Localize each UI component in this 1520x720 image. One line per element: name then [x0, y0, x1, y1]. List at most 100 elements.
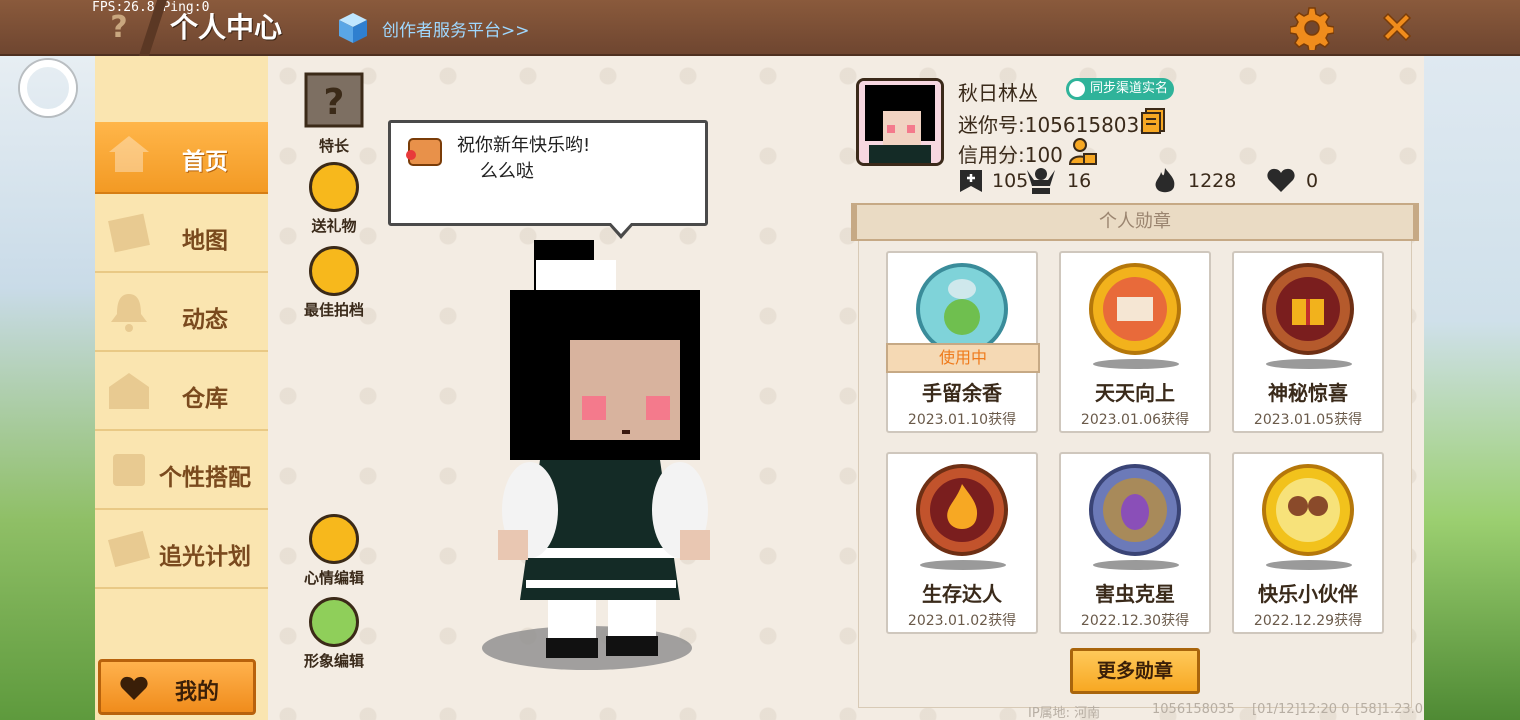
verified-user-icon	[1069, 81, 1085, 97]
image-edit-label: 形象编辑	[303, 652, 364, 670]
medal-gift-icon	[1262, 263, 1354, 355]
credit-user-icon[interactable]	[1068, 136, 1098, 166]
medal-fire-icon	[916, 464, 1008, 556]
medal-card[interactable]: 使用中 手留余香 2023.01.10获得	[886, 251, 1040, 433]
mood-message-line1: 祝你新年快乐哟!	[457, 135, 591, 156]
medal-date: 2022.12.29获得	[1253, 613, 1363, 629]
stat-followers-value: 16	[1067, 170, 1092, 192]
background-left	[0, 55, 96, 720]
footer-uid: 1056158035	[1152, 702, 1235, 717]
sidebar-item-warehouse[interactable]: 仓库	[95, 359, 268, 431]
my-button[interactable]: 我的	[98, 659, 256, 715]
top-bar: FPS:26.8 Ping:0 ? 个人中心 创作者服务平台>>	[0, 0, 1520, 56]
question-block-icon: ?	[304, 72, 364, 128]
mood-edit-label: 心情编辑	[303, 569, 364, 587]
medal-study-icon	[1089, 263, 1181, 355]
close-icon[interactable]	[1378, 8, 1416, 46]
gift-icon	[309, 162, 359, 212]
profile-avatar[interactable]	[856, 78, 944, 166]
handshake-icon	[309, 246, 359, 296]
medal-name: 天天向上	[1095, 381, 1175, 405]
footer-version: [58]1.23.0	[1355, 702, 1424, 717]
sidebar-item-label: 仓库	[182, 386, 228, 412]
medals-header: 个人勋章	[851, 203, 1419, 241]
medal-date: 2022.12.30获得	[1080, 613, 1190, 629]
medal-shadow	[1266, 560, 1352, 570]
player-name: 秋日林丛	[958, 81, 1038, 105]
creator-platform-link[interactable]: 创作者服务平台>>	[382, 16, 530, 41]
sidebar-item-feed[interactable]: 动态	[95, 280, 268, 352]
sidebar-item-label: 首页	[182, 149, 228, 175]
stat-saved-value: 105	[992, 170, 1029, 192]
verify-badge[interactable]: 同步渠道实名	[1066, 78, 1175, 100]
medal-card[interactable]: 生存达人 2023.01.02获得	[886, 452, 1038, 634]
medal-date: 2023.01.05获得	[1253, 412, 1363, 428]
medal-name: 手留余香	[922, 381, 1002, 405]
medal-card[interactable]: 神秘惊喜 2023.01.05获得	[1232, 251, 1384, 433]
medal-bug-icon	[1089, 464, 1181, 556]
sidebar-item-label: 追光计划	[159, 544, 251, 570]
background-right	[1424, 55, 1520, 720]
sidebar: 首页 地图 动态 仓库 个性搭配 追光计划	[95, 56, 268, 720]
medal-name: 生存达人	[922, 582, 1002, 606]
cube-icon[interactable]	[336, 11, 370, 45]
copy-icon[interactable]	[1140, 107, 1166, 135]
mini-id: 迷你号:1056158035	[958, 113, 1152, 137]
avatar-image	[859, 81, 941, 163]
sidebar-item-label: 个性搭配	[159, 465, 251, 491]
medal-card[interactable]: 害虫克星 2022.12.30获得	[1059, 452, 1211, 634]
in-use-badge: 使用中	[886, 343, 1040, 373]
footer-time: [01/12]12:20 0	[1252, 702, 1350, 717]
verify-badge-label: 同步渠道实名	[1090, 81, 1169, 96]
sidebar-item-outfit[interactable]: 个性搭配	[95, 438, 268, 510]
mood-edit-button[interactable]: 心情编辑	[294, 514, 374, 588]
medal-name: 害虫克星	[1095, 582, 1175, 606]
record-button[interactable]	[20, 60, 76, 116]
mood-emoji-icon	[406, 138, 442, 166]
bookmark-plus-icon	[960, 170, 982, 192]
medal-name: 快乐小伙伴	[1258, 582, 1358, 606]
mood-message: 祝你新年快乐哟! 么么哒	[457, 133, 590, 185]
specialty-button[interactable]: ? 特长	[294, 72, 374, 156]
medal-friends-icon	[1262, 464, 1354, 556]
sidebar-item-label: 地图	[182, 228, 228, 254]
best-partner-label: 最佳拍档	[303, 301, 364, 319]
specialty-label: 特长	[318, 137, 349, 155]
sidebar-item-map[interactable]: 地图	[95, 201, 268, 273]
my-button-label: 我的	[175, 680, 220, 705]
heart-icon	[1267, 168, 1295, 192]
medal-shadow	[1093, 560, 1179, 570]
best-partner-button[interactable]: 最佳拍档	[294, 246, 374, 320]
image-edit-button[interactable]: 形象编辑	[294, 597, 374, 671]
medal-shadow	[1093, 359, 1179, 369]
edit-icon	[309, 514, 359, 564]
question-icon[interactable]: ?	[104, 10, 134, 48]
heart-icon	[120, 676, 148, 700]
medal-date: 2023.01.10获得	[907, 412, 1017, 428]
send-gift-label: 送礼物	[311, 217, 357, 235]
sidebar-item-label: 动态	[182, 307, 228, 333]
stat-likes-value: 0	[1306, 170, 1319, 192]
ip-location: IP属地: 河南	[1028, 706, 1101, 720]
mood-speech-bubble: 祝你新年快乐哟! 么么哒	[388, 120, 708, 239]
medal-shadow	[920, 560, 1006, 570]
gear-icon[interactable]	[1290, 6, 1334, 50]
more-medals-button[interactable]: 更多勋章	[1070, 648, 1200, 694]
flame-icon	[1155, 168, 1175, 193]
medal-date: 2023.01.06获得	[1080, 412, 1190, 428]
player-avatar-figure[interactable]	[470, 230, 740, 670]
sidebar-item-light-plan[interactable]: 追光计划	[95, 517, 268, 589]
medal-shadow	[1266, 359, 1352, 369]
mood-message-line2: 么么哒	[457, 161, 534, 182]
sidebar-item-home[interactable]: 首页	[95, 122, 268, 194]
send-gift-button[interactable]: 送礼物	[294, 162, 374, 236]
stat-heat-value: 1228	[1188, 170, 1237, 192]
followers-icon	[1027, 168, 1055, 194]
credit-score: 信用分:100	[958, 143, 1063, 167]
outfit-edit-icon	[309, 597, 359, 647]
medal-name: 神秘惊喜	[1268, 381, 1348, 405]
medal-card[interactable]: 天天向上 2023.01.06获得	[1059, 251, 1211, 433]
medal-date: 2023.01.02获得	[907, 613, 1017, 629]
medal-card[interactable]: 快乐小伙伴 2022.12.29获得	[1232, 452, 1384, 634]
svg-text:?: ?	[324, 82, 345, 123]
